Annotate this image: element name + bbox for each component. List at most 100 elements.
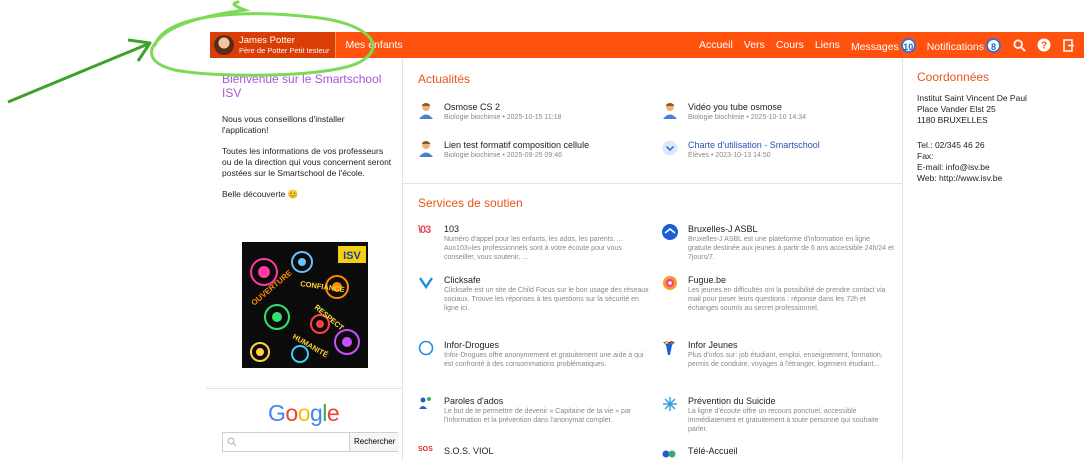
nav-notifications[interactable]: Notifications 8: [926, 37, 1001, 53]
tele-accueil-logo-icon: [662, 446, 682, 461]
nav-home[interactable]: Accueil: [699, 39, 733, 51]
notifications-label: Notifications: [926, 40, 984, 53]
welcome-title: Bienvenue sur le Smartschool ISV: [222, 72, 382, 100]
welcome-text-1: Nous vous conseillons d'installer l'appl…: [222, 114, 345, 135]
news-title-text: Osmose CS 2: [444, 102, 501, 112]
service-desc: Les jeunes en difficultés ont la possibi…: [688, 287, 886, 312]
school-tel: Tel.: 02/345 46 26: [917, 140, 985, 150]
service-item[interactable]: Télé-Accueil: [662, 446, 894, 461]
poster-logo: ISV: [343, 250, 361, 262]
school-values-poster: ISV OUVERTURE CONFIANCE RESPECT HUMANITÉ: [242, 242, 368, 368]
user-name: James Potter: [239, 34, 295, 46]
service-item[interactable]: \03 103 Numéro d'appel pour les enfants, …: [418, 224, 650, 262]
teacher-icon: [662, 102, 682, 125]
service-desc: Le but de te permettre de devenir « Capi…: [444, 408, 632, 424]
user-menu[interactable]: James Potter Père de Potter Petit testeu…: [210, 32, 337, 58]
infor-drogues-logo-icon: [418, 340, 438, 369]
service-title: Infor Jeunes: [688, 340, 738, 350]
service-title: S.O.S. VIOL: [444, 446, 494, 456]
prevention-suicide-logo-icon: [662, 396, 682, 434]
service-title: Clicksafe: [444, 275, 481, 285]
nav-messages[interactable]: Messages 10: [850, 37, 916, 53]
google-search-button[interactable]: Rechercher: [349, 433, 400, 451]
search-icon[interactable]: [1012, 38, 1026, 52]
service-item[interactable]: Prévention du Suicide La ligne d'écoute o…: [662, 396, 894, 434]
top-navigation-bar: James Potter Père de Potter Petit testeu…: [210, 32, 1084, 58]
news-item[interactable]: Charte d'utilisation - Smartschool Élèves…: [662, 140, 872, 161]
service-item[interactable]: SOS S.O.S. VIOL: [418, 446, 650, 457]
left-divider: [206, 388, 402, 389]
left-column: Bienvenue sur le Smartschool ISV Nous vo…: [222, 72, 392, 210]
service-title: 103: [444, 224, 460, 234]
service-desc: La ligne d'écoute offre un recours ponct…: [688, 408, 879, 433]
school-name: Institut Saint Vincent De Paul: [917, 93, 1027, 103]
chevron-down-icon: [662, 140, 682, 161]
service-desc: Bruxelles-J ASBL est une plateforme d'in…: [688, 236, 894, 261]
messages-label: Messages: [850, 40, 899, 53]
service-title: Prévention du Suicide: [688, 396, 776, 406]
news-title: Actualités: [418, 72, 471, 86]
notifications-count-badge: 8: [986, 37, 1001, 53]
school-email[interactable]: E-mail: info@isv.be: [917, 162, 1077, 173]
welcome-text-3: Belle découverte 😊: [222, 189, 299, 199]
google-logo: Google: [268, 400, 340, 426]
103-logo-icon: \03: [418, 224, 431, 236]
services-title: Services de soutien: [418, 196, 523, 210]
bruxelles-j-logo-icon: [662, 224, 682, 262]
news-meta: Biologie biochimie • 2025-10-10 14:34: [688, 114, 807, 121]
news-item[interactable]: Osmose CS 2 Biologie biochimie • 2025-10-…: [418, 102, 628, 125]
user-subtitle: Père de Potter Petit testeur: [239, 45, 330, 55]
service-title: Infor-Drogues: [444, 340, 500, 350]
fugue-logo-icon: [662, 275, 682, 313]
teacher-icon: [418, 102, 438, 125]
google-search-box: Rechercher: [222, 432, 400, 452]
service-title: Fugue.be: [688, 275, 727, 285]
logout-icon[interactable]: [1062, 38, 1076, 52]
google-search-input[interactable]: [239, 433, 349, 451]
nav-courses[interactable]: Cours: [776, 39, 804, 51]
news-meta: Biologie biochimie • 2025-09-25 09:46: [444, 152, 563, 159]
school-web[interactable]: Web: http://www.isv.be: [917, 173, 1077, 184]
help-icon[interactable]: ?: [1037, 38, 1051, 52]
main-right-border: [902, 58, 903, 461]
school-contact-panel: Coordonnées Institut Saint Vincent De Pa…: [917, 71, 1077, 184]
service-item[interactable]: Bruxelles-J ASBL Bruxelles-J ASBL est une…: [662, 224, 894, 262]
news-meta: Élèves • 2023-10-13 14:50: [688, 152, 771, 159]
avatar: [214, 35, 234, 55]
messages-count-badge: 10: [900, 37, 916, 53]
nav-right: Accueil Vers Cours Liens Messages 10 Noti…: [699, 37, 1084, 53]
news-title-text: Vidéo you tube osmose: [688, 102, 782, 112]
main-left-border: [402, 58, 403, 461]
service-title: Paroles d'ados: [444, 396, 504, 406]
school-city: 1180 BRUXELLES: [917, 115, 988, 125]
service-item[interactable]: Infor Jeunes Plus d'infos sur: job étudia…: [662, 340, 894, 369]
nav-to[interactable]: Vers: [744, 39, 765, 51]
service-item[interactable]: Fugue.be Les jeunes en difficultés ont la…: [662, 275, 894, 313]
news-meta: Biologie biochimie • 2025-10-15 11:18: [444, 114, 562, 121]
news-title-text: Charte d'utilisation - Smartschool: [688, 140, 820, 150]
arrow-head: [127, 38, 152, 62]
welcome-text-2: Toutes les informations de vos professeu…: [222, 146, 392, 178]
news-item[interactable]: Vidéo you tube osmose Biologie biochimie …: [662, 102, 872, 125]
service-desc: Clicksafe est un site de Child Focus sur…: [444, 287, 649, 312]
service-title: Bruxelles-J ASBL: [688, 224, 758, 234]
search-icon: [227, 437, 237, 447]
sos-viol-logo-icon: SOS: [418, 446, 433, 453]
news-item[interactable]: Lien test formatif composition cellule Bi…: [418, 140, 628, 163]
nav-my-children[interactable]: Mes enfants: [345, 39, 402, 51]
arrow-shaft: [7, 42, 149, 104]
nav-links[interactable]: Liens: [815, 39, 840, 51]
school-street: Place Vander Elst 25: [917, 104, 996, 114]
service-item[interactable]: Infor-Drogues Infor-Drogues offre anonyme…: [418, 340, 650, 369]
service-item[interactable]: Paroles d'ados Le but de te permettre de …: [418, 396, 650, 425]
service-desc: Numéro d'appel pour les enfants, les ado…: [444, 236, 623, 261]
teacher-icon: [418, 140, 438, 163]
infor-jeunes-logo-icon: [662, 340, 682, 369]
paroles-dados-logo-icon: [418, 396, 438, 425]
service-desc: Plus d'infos sur: job étudiant, emploi, …: [688, 352, 883, 368]
service-title: Télé-Accueil: [688, 446, 738, 456]
service-desc: Infor-Drogues offre anonymement et gratu…: [444, 352, 644, 368]
smartschool-page: James Potter Père de Potter Petit testeu…: [0, 0, 1084, 461]
school-fax: Fax:: [917, 151, 934, 161]
service-item[interactable]: Clicksafe Clicksafe est un site de Child …: [418, 275, 650, 313]
